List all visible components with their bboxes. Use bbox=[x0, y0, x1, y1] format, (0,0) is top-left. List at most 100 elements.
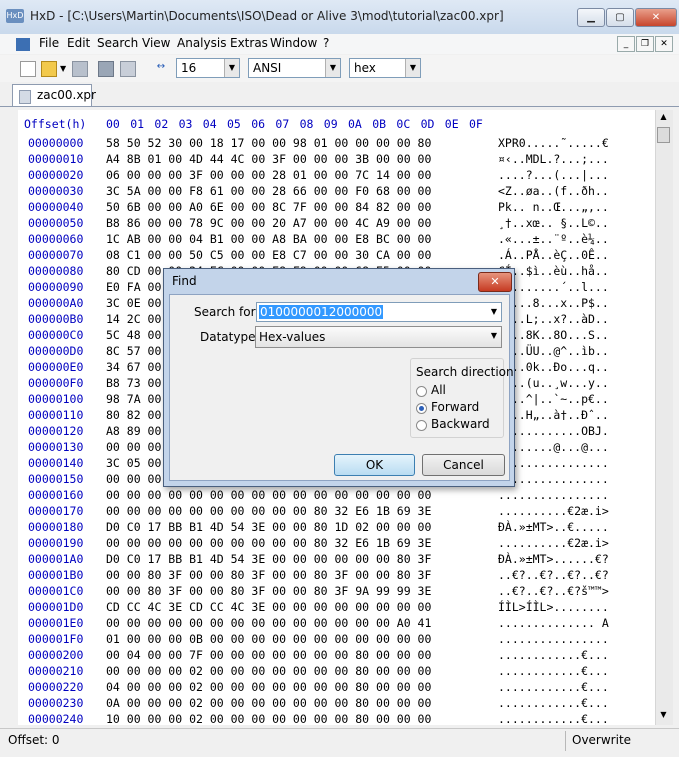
menu-extras[interactable]: Extras bbox=[230, 36, 268, 50]
close-button[interactable]: ✕ bbox=[635, 8, 677, 27]
row-ascii[interactable]: ................ bbox=[498, 632, 609, 646]
datatype-select[interactable]: Hex-values ▼ bbox=[255, 326, 502, 348]
row-hex-bytes[interactable]: 1C AB 00 00 04 B1 00 00 A8 BA 00 00 E8 B… bbox=[106, 232, 431, 246]
row-ascii[interactable]: .Á..PÅ..èÇ..0Ê.. bbox=[498, 248, 609, 262]
mdi-close-button[interactable]: ✕ bbox=[655, 36, 673, 52]
status-mode: Overwrite bbox=[572, 733, 632, 747]
row-offset: 00000210 bbox=[28, 664, 84, 678]
row-hex-bytes[interactable]: 04 00 00 00 02 00 00 00 00 00 00 00 80 0… bbox=[106, 680, 431, 694]
row-ascii[interactable]: ..........€2æ.i> bbox=[498, 536, 609, 550]
row-hex-bytes[interactable]: 00 00 00 00 00 00 00 00 00 00 80 32 E6 1… bbox=[106, 536, 431, 550]
column-header: 09 bbox=[323, 117, 338, 131]
dialog-close-button[interactable]: ✕ bbox=[478, 272, 512, 292]
row-ascii[interactable]: ..........€2æ.i> bbox=[498, 504, 609, 518]
row-hex-bytes[interactable]: 0A 00 00 00 02 00 00 00 00 00 00 00 80 0… bbox=[106, 696, 431, 710]
cancel-button[interactable]: Cancel bbox=[422, 454, 505, 476]
row-hex-bytes[interactable]: 58 50 52 30 00 18 17 00 00 98 01 00 00 0… bbox=[106, 136, 431, 150]
scrollbar-thumb[interactable] bbox=[657, 127, 670, 143]
row-offset: 00000240 bbox=[28, 712, 84, 726]
row-ascii[interactable]: ¸†..xœ.. §..L©.. bbox=[498, 216, 609, 230]
row-hex-bytes[interactable]: 00 00 00 00 00 00 00 00 00 00 00 00 00 0… bbox=[106, 488, 431, 502]
save-icon[interactable] bbox=[72, 61, 88, 77]
row-ascii[interactable]: ............€... bbox=[498, 696, 609, 710]
row-offset: 00000050 bbox=[28, 216, 84, 230]
menu-edit[interactable]: Edit bbox=[67, 36, 90, 50]
row-hex-bytes[interactable]: 00 00 00 00 00 00 00 00 00 00 80 32 E6 1… bbox=[106, 504, 431, 518]
row-hex-bytes[interactable]: CD CC 4C 3E CD CC 4C 3E 00 00 00 00 00 0… bbox=[106, 600, 431, 614]
row-hex-bytes[interactable]: B8 86 00 00 78 9C 00 00 20 A7 00 00 4C A… bbox=[106, 216, 431, 230]
document-icon[interactable] bbox=[16, 38, 30, 51]
row-ascii[interactable]: ..€?..€?..€?..€? bbox=[498, 568, 609, 582]
radio-forward[interactable] bbox=[416, 403, 427, 414]
vertical-scrollbar[interactable] bbox=[655, 110, 673, 725]
row-hex-bytes[interactable]: 00 00 80 3F 00 00 80 3F 00 00 80 3F 9A 9… bbox=[106, 584, 431, 598]
scroll-up-icon[interactable]: ▲ bbox=[657, 112, 670, 125]
charset-select[interactable]: ANSI ▼ bbox=[248, 58, 341, 78]
menu-search[interactable]: Search bbox=[97, 36, 138, 50]
row-ascii[interactable]: ÍÌL>ÍÌL>........ bbox=[498, 600, 609, 614]
menu-window[interactable]: Window bbox=[270, 36, 317, 50]
radio-forward-label[interactable]: Forward bbox=[431, 400, 479, 414]
row-hex-bytes[interactable]: 00 04 00 00 7F 00 00 00 00 00 00 00 80 0… bbox=[106, 648, 431, 662]
maximize-button[interactable]: ▢ bbox=[606, 8, 634, 27]
row-ascii[interactable]: XPR0.....˜.....€ bbox=[498, 136, 609, 150]
row-ascii[interactable]: <Z..øa..(f..ðh.. bbox=[498, 184, 609, 198]
ok-button[interactable]: OK bbox=[334, 454, 415, 476]
menu-analysis[interactable]: Analysis bbox=[177, 36, 226, 50]
mdi-restore-button[interactable]: ❐ bbox=[636, 36, 654, 52]
column-header: 02 bbox=[154, 117, 169, 131]
row-hex-bytes[interactable]: 10 00 00 00 02 00 00 00 00 00 00 00 80 0… bbox=[106, 712, 431, 726]
bytes-per-row-select[interactable]: 16 ▼ bbox=[176, 58, 240, 78]
row-hex-bytes[interactable]: 00 00 00 00 02 00 00 00 00 00 00 00 80 0… bbox=[106, 664, 431, 678]
search-direction-label: Search direction bbox=[416, 365, 514, 379]
dialog-title: Find bbox=[172, 274, 197, 288]
offset-base-select[interactable]: hex ▼ bbox=[349, 58, 421, 78]
tab-zac00[interactable]: zac00.xpr bbox=[12, 84, 96, 106]
menu-view[interactable]: View bbox=[142, 36, 170, 50]
row-ascii[interactable]: ............€... bbox=[498, 664, 609, 678]
row-ascii[interactable]: .............. A bbox=[498, 616, 609, 630]
disk-icon[interactable] bbox=[120, 61, 136, 77]
row-hex-bytes[interactable]: 3C 5A 00 00 F8 61 00 00 28 66 00 00 F0 6… bbox=[106, 184, 431, 198]
row-offset: 00000140 bbox=[28, 456, 84, 470]
radio-backward-label[interactable]: Backward bbox=[431, 417, 490, 431]
ram-icon[interactable] bbox=[98, 61, 114, 77]
row-ascii[interactable]: ....?...(...|... bbox=[498, 168, 609, 182]
row-ascii[interactable]: ÐÀ.»±MT>..€..... bbox=[498, 520, 609, 534]
open-dropdown-icon[interactable]: ▼ bbox=[60, 64, 66, 73]
row-ascii[interactable]: ................ bbox=[498, 488, 609, 502]
row-ascii[interactable]: ............€... bbox=[498, 648, 609, 662]
row-ascii[interactable]: Pk.. n..Œ...„‚.. bbox=[498, 200, 609, 214]
radio-all[interactable] bbox=[416, 386, 427, 397]
row-ascii[interactable]: ÐÀ.»±MT>......€? bbox=[498, 552, 609, 566]
row-ascii[interactable]: .«...±..¨º..è¼.. bbox=[498, 232, 609, 246]
row-ascii[interactable]: ............€... bbox=[498, 680, 609, 694]
menu-help[interactable]: ? bbox=[323, 36, 329, 50]
row-ascii[interactable]: ..€?..€?..€?š™™> bbox=[498, 584, 609, 598]
radio-backward[interactable] bbox=[416, 420, 427, 431]
menu-file[interactable]: File bbox=[39, 36, 59, 50]
row-hex-bytes[interactable]: 00 00 80 3F 00 00 80 3F 00 00 80 3F 00 0… bbox=[106, 568, 431, 582]
search-for-label: Search for: bbox=[194, 305, 260, 319]
row-ascii[interactable]: ............€... bbox=[498, 712, 609, 726]
radio-all-label[interactable]: All bbox=[431, 383, 446, 397]
minimize-button[interactable]: ▁ bbox=[577, 8, 605, 27]
row-hex-bytes[interactable]: 06 00 00 00 3F 00 00 00 28 01 00 00 7C 1… bbox=[106, 168, 431, 182]
row-ascii[interactable]: ¤‹..MDL.?...;... bbox=[498, 152, 609, 166]
mdi-minimize-button[interactable]: _ bbox=[617, 36, 635, 52]
row-hex-bytes[interactable]: 00 00 00 00 00 00 00 00 00 00 00 00 00 0… bbox=[106, 616, 431, 630]
search-input[interactable]: 0100000012000000 ▼ bbox=[256, 302, 502, 322]
row-hex-bytes[interactable]: D0 C0 17 BB B1 4D 54 3E 00 00 00 00 00 0… bbox=[106, 552, 431, 566]
scroll-down-icon[interactable]: ▼ bbox=[657, 710, 670, 723]
row-hex-bytes[interactable]: D0 C0 17 BB B1 4D 54 3E 00 00 80 1D 02 0… bbox=[106, 520, 431, 534]
offset-header: Offset(h) bbox=[24, 117, 87, 131]
row-hex-bytes[interactable]: 50 6B 00 00 A0 6E 00 00 8C 7F 00 00 84 8… bbox=[106, 200, 431, 214]
row-offset: 000001C0 bbox=[28, 584, 84, 598]
new-file-icon[interactable] bbox=[20, 61, 36, 77]
open-folder-icon[interactable] bbox=[41, 61, 57, 77]
row-hex-bytes[interactable]: A4 8B 01 00 4D 44 4C 00 3F 00 00 00 3B 0… bbox=[106, 152, 431, 166]
row-hex-bytes[interactable]: 08 C1 00 00 50 C5 00 00 E8 C7 00 00 30 C… bbox=[106, 248, 431, 262]
charset-value: ANSI bbox=[253, 61, 282, 75]
row-hex-bytes[interactable]: 01 00 00 00 0B 00 00 00 00 00 00 00 00 0… bbox=[106, 632, 431, 646]
chevron-down-icon[interactable]: ▼ bbox=[491, 307, 497, 316]
